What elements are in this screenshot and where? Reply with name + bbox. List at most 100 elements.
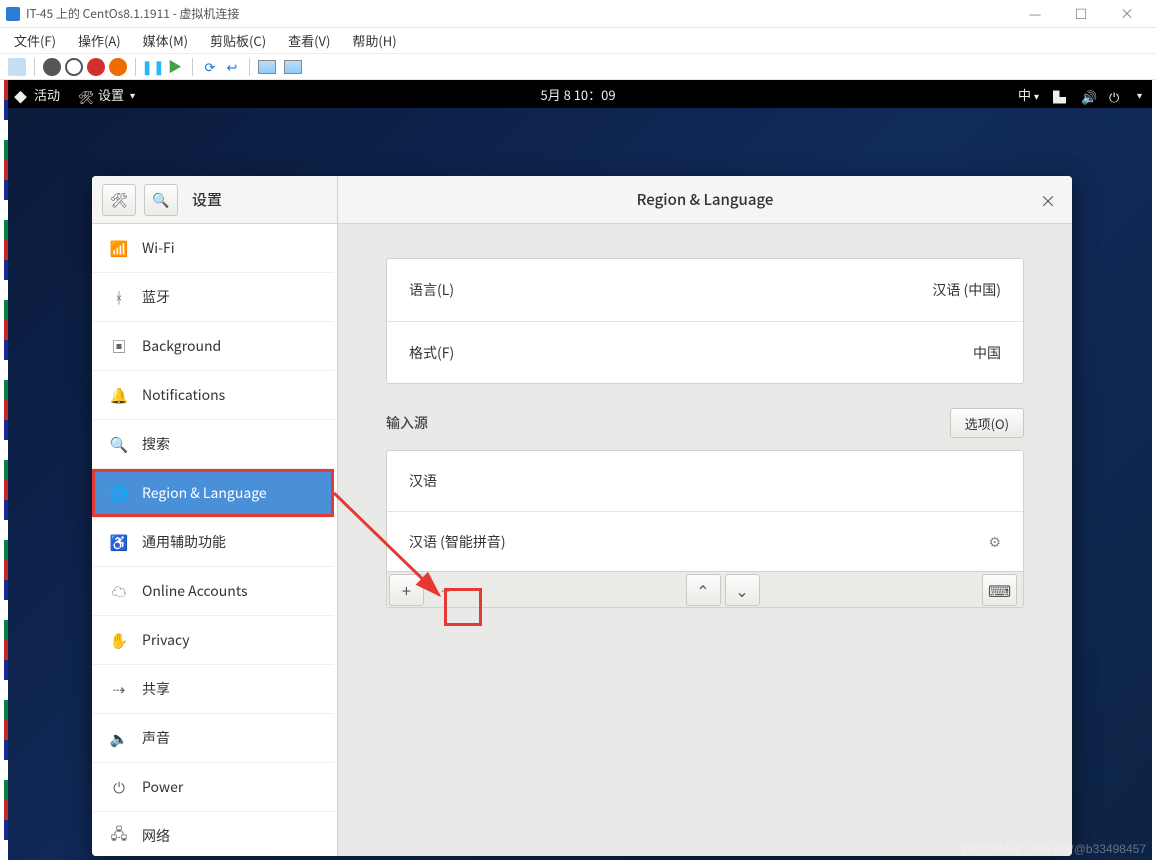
- sidebar-header: 🛠 🔍 设置: [92, 176, 337, 224]
- add-input-button[interactable]: +: [389, 574, 424, 606]
- host-toolbar: ❚❚ ▶ ⟳ ↩: [0, 54, 1156, 80]
- language-row[interactable]: 语言(L) 汉语 (中国): [387, 259, 1023, 321]
- input-options-button[interactable]: 选项(O): [950, 408, 1024, 438]
- toolbar-enhanced-icon[interactable]: [258, 60, 276, 74]
- panel-title: Region & Language: [637, 189, 774, 210]
- input-sources-toolbar: + − ⌃ ⌄ ⌨: [387, 571, 1023, 607]
- host-menu-help[interactable]: 帮助(H): [352, 31, 396, 50]
- sidebar-item-bluetooth[interactable]: ᚼ蓝牙: [92, 273, 334, 322]
- search-icon: 🔍: [152, 190, 169, 210]
- show-layout-button[interactable]: ⌨: [982, 574, 1017, 606]
- host-window-buttons: — ☐ ×: [1012, 1, 1150, 27]
- toolbar-shutdown-icon[interactable]: [87, 58, 105, 76]
- sidebar-item-label: 搜索: [142, 434, 170, 454]
- close-button[interactable]: ×: [1032, 184, 1064, 216]
- toolbar-resume-icon[interactable]: ▶: [166, 58, 184, 76]
- host-title: IT-45 上的 CentOs8.1.1911 - 虚拟机连接: [26, 5, 239, 22]
- sidebar-item-wifi[interactable]: 📶 Wi-Fi: [92, 224, 334, 273]
- host-menu-media[interactable]: 媒体(M): [143, 31, 188, 50]
- bluetooth-icon: ᚼ: [110, 288, 128, 306]
- sidebar-item-network[interactable]: 🖧网络: [92, 812, 334, 856]
- host-menu-action[interactable]: 操作(A): [78, 31, 121, 50]
- toolbar-pause-icon[interactable]: ❚❚: [144, 58, 162, 76]
- toolbar-save-icon[interactable]: [109, 58, 127, 76]
- sidebar-item-label: Wi-Fi: [142, 238, 175, 258]
- sidebar-item-privacy[interactable]: ✋Privacy: [92, 616, 334, 665]
- activities-button[interactable]: ◆ 活动: [14, 85, 60, 104]
- power-status-icon[interactable]: ⏻: [1109, 87, 1123, 101]
- sidebar-item-accessibility[interactable]: ♿ 通用辅助功能: [92, 518, 334, 567]
- sidebar-item-label: Background: [142, 336, 221, 356]
- share-icon: ⇢: [110, 680, 128, 698]
- activities-label: 活动: [34, 85, 60, 104]
- move-up-button[interactable]: ⌃: [686, 574, 721, 606]
- accounts-icon: ☁: [110, 582, 128, 600]
- toolbar-ctrlaltdel-icon[interactable]: [8, 58, 26, 76]
- search-button[interactable]: 🔍: [144, 184, 178, 216]
- gnome-topbar: ◆ 活动 🛠 设置 ▾ 5月 8 10：09 中 ▾ ▙ 🔊 ⏻ ▾: [4, 80, 1152, 108]
- sidebar-item-label: 通用辅助功能: [142, 532, 226, 552]
- input-source-label: 汉语 (智能拼音): [409, 532, 506, 552]
- toolbar-share-icon[interactable]: [284, 60, 302, 74]
- activities-icon: ◆: [14, 87, 28, 101]
- sidebar-item-share[interactable]: ⇢共享: [92, 665, 334, 714]
- remove-input-button[interactable]: −: [428, 574, 463, 606]
- left-edge-indicator: [4, 80, 8, 860]
- input-source-row[interactable]: 汉语: [387, 451, 1023, 511]
- host-maximize-button[interactable]: ☐: [1058, 1, 1104, 27]
- sidebar-item-label: Notifications: [142, 385, 225, 405]
- sidebar-item-label: 网络: [142, 826, 170, 846]
- sidebar-item-bell[interactable]: 🔔 Notifications: [92, 371, 334, 420]
- sidebar-item-label: Power: [142, 777, 183, 797]
- toolbar-turnoff-icon[interactable]: [65, 58, 83, 76]
- host-titlebar: IT-45 上的 CentOs8.1.1911 - 虚拟机连接 — ☐ ×: [0, 0, 1156, 28]
- sidebar-title: 设置: [192, 189, 222, 210]
- network-status-icon[interactable]: ▙: [1053, 87, 1067, 101]
- formats-row[interactable]: 格式(F) 中国: [387, 321, 1023, 383]
- volume-status-icon[interactable]: 🔊: [1081, 87, 1095, 101]
- host-minimize-button[interactable]: —: [1012, 1, 1058, 27]
- sidebar-item-label: Region & Language: [142, 483, 267, 503]
- sidebar-item-label: Online Accounts: [142, 581, 248, 601]
- host-menu-clipboard[interactable]: 剪贴板(C): [210, 31, 266, 50]
- host-menu-file[interactable]: 文件(F): [14, 31, 56, 50]
- input-sources-header: 输入源 选项(O): [386, 408, 1024, 438]
- accessibility-icon: ♿: [110, 533, 128, 551]
- sidebar-item-search[interactable]: 🔍搜索: [92, 420, 334, 469]
- background-icon: ▣: [110, 337, 128, 355]
- sidebar-item-globe[interactable]: 🌐 Region & Language: [92, 469, 334, 518]
- sidebar-item-label: Privacy: [142, 630, 190, 650]
- host-menu-view[interactable]: 查看(V): [288, 31, 330, 50]
- tools-icon: 🛠: [110, 190, 128, 210]
- toolbar-start-icon[interactable]: [43, 58, 61, 76]
- sidebar-list[interactable]: 📶 Wi-Fi ᚼ蓝牙 ▣ Background 🔔 Notifications 🔍搜索 🌐 Re…: [92, 224, 337, 856]
- sidebar-item-label: 声音: [142, 728, 170, 748]
- wifi-icon: 📶: [110, 239, 128, 257]
- input-sources-label: 输入源: [386, 413, 428, 433]
- chevron-down-icon: ▾: [130, 87, 135, 102]
- language-label: 语言(L): [409, 280, 454, 300]
- gear-icon[interactable]: ⚙: [988, 532, 1001, 552]
- clock-label[interactable]: 5月 8 10：09: [540, 85, 615, 104]
- settings-window: 🛠 🔍 设置 📶 Wi-Fi ᚼ蓝牙 ▣ Background 🔔 Notification…: [92, 176, 1072, 856]
- input-source-row[interactable]: 汉语 (智能拼音) ⚙: [387, 511, 1023, 571]
- globe-icon: 🌐: [110, 484, 128, 502]
- toolbar-checkpoint-icon[interactable]: ⟳: [201, 58, 219, 76]
- sidebar-item-background[interactable]: ▣ Background: [92, 322, 334, 371]
- tools-button[interactable]: 🛠: [102, 184, 136, 216]
- input-sources-card: 汉语汉语 (智能拼音) ⚙ + − ⌃ ⌄ ⌨: [386, 450, 1024, 608]
- sidebar-item-accounts[interactable]: ☁ Online Accounts: [92, 567, 334, 616]
- formats-value: 中国: [973, 343, 1001, 363]
- host-close-button[interactable]: ×: [1104, 1, 1150, 27]
- settings-sidebar: 🛠 🔍 设置 📶 Wi-Fi ᚼ蓝牙 ▣ Background 🔔 Notification…: [92, 176, 338, 856]
- move-down-button[interactable]: ⌄: [725, 574, 760, 606]
- content-header: Region & Language ×: [338, 176, 1072, 224]
- appmenu-button[interactable]: 🛠 设置 ▾: [78, 85, 135, 104]
- ime-indicator[interactable]: 中 ▾: [1018, 85, 1039, 104]
- toolbar-revert-icon[interactable]: ↩: [223, 58, 241, 76]
- sidebar-item-power[interactable]: ⏻ Power: [92, 763, 334, 812]
- power-icon: ⏻: [110, 778, 128, 796]
- bell-icon: 🔔: [110, 386, 128, 404]
- sidebar-item-sound[interactable]: 🔈声音: [92, 714, 334, 763]
- toolbar-separator: [249, 58, 250, 76]
